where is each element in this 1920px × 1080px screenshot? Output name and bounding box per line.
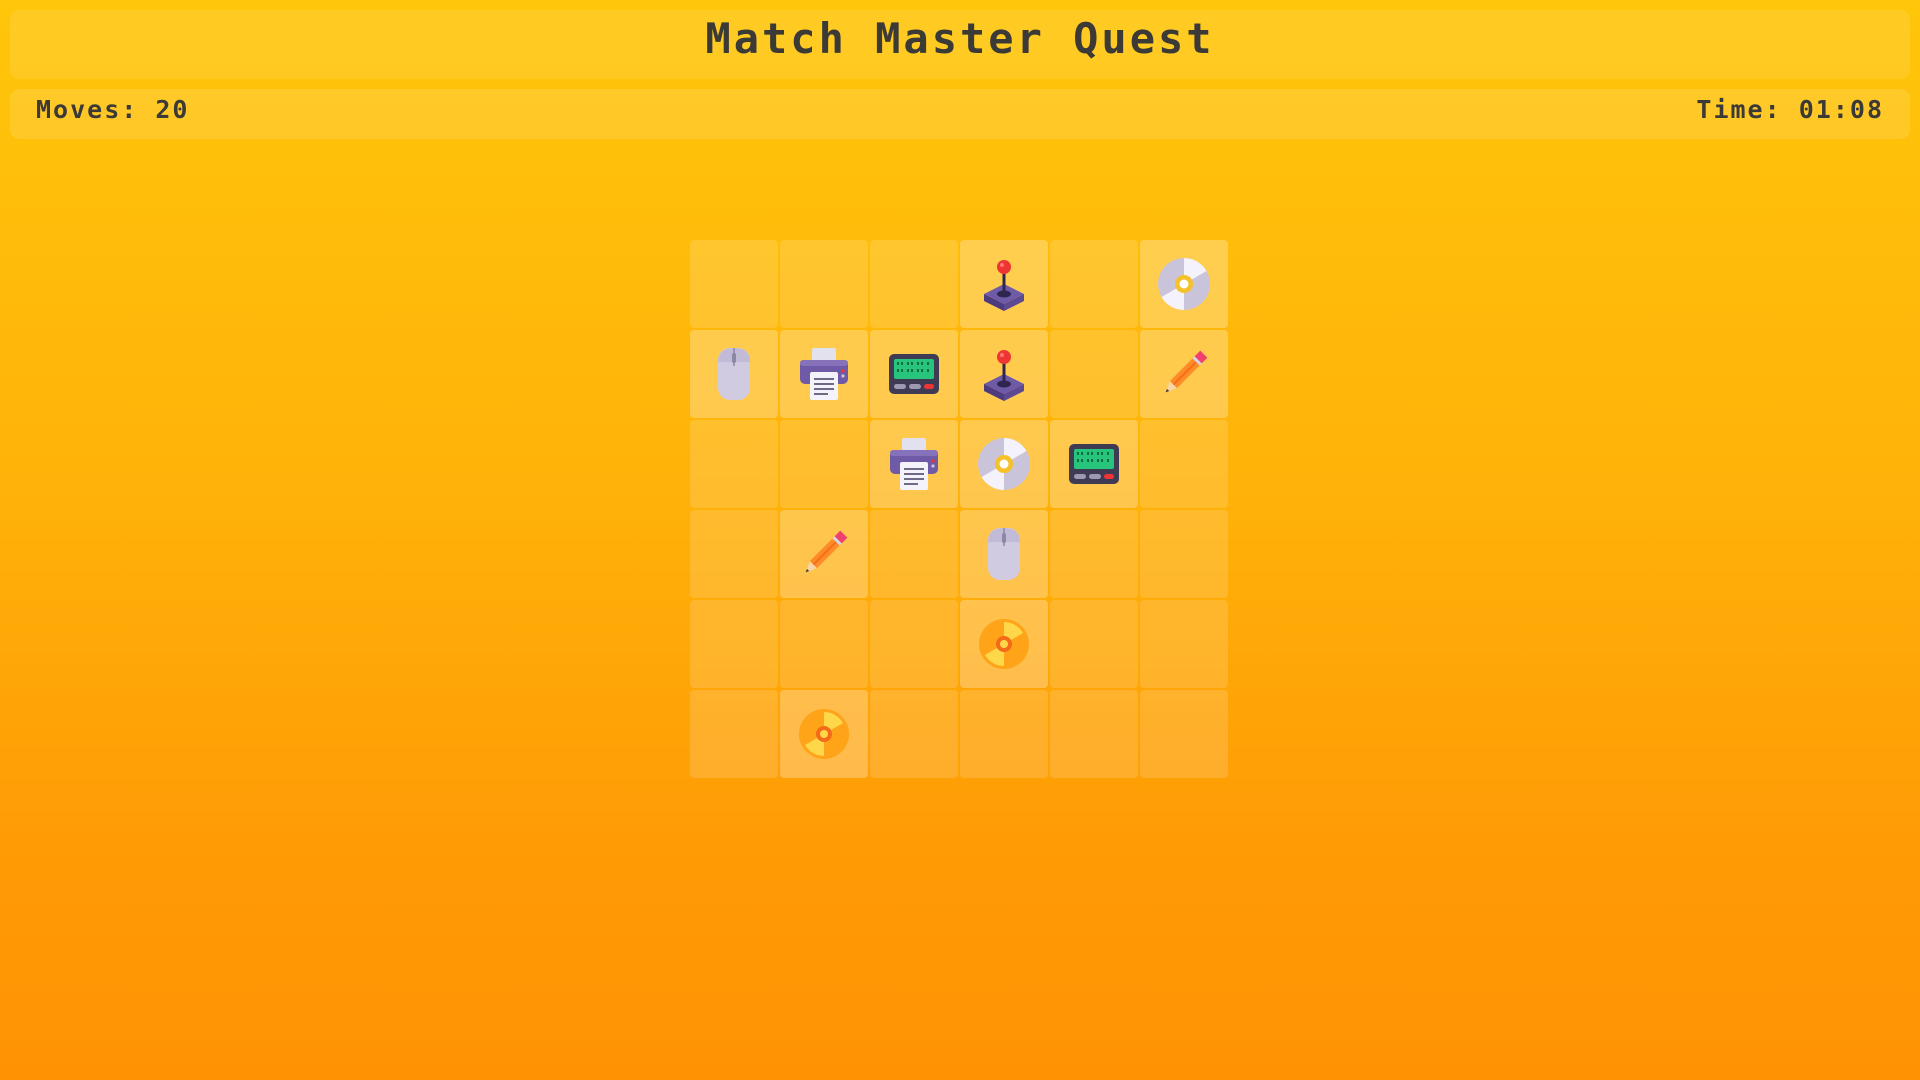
memory-card-hidden-r5c5[interactable]	[1050, 600, 1138, 688]
memory-card-hidden-r3c2[interactable]	[780, 420, 868, 508]
moves-counter: Moves: 20	[36, 95, 189, 124]
time-value: 01:08	[1798, 94, 1884, 124]
memory-card-revealed-r2c6[interactable]	[1140, 330, 1228, 418]
memory-card-revealed-r2c3[interactable]	[870, 330, 958, 418]
memory-card-hidden-r2c5[interactable]	[1050, 330, 1138, 418]
cd-icon	[1158, 258, 1210, 310]
moves-value: 20	[155, 94, 190, 124]
memory-card-hidden-r6c6[interactable]	[1140, 690, 1228, 778]
moves-label: Moves:	[36, 94, 139, 124]
memory-card-hidden-r4c3[interactable]	[870, 510, 958, 598]
radiation-icon	[799, 709, 849, 759]
memory-card-hidden-r5c6[interactable]	[1140, 600, 1228, 688]
radiation-icon	[979, 619, 1029, 669]
memory-card-hidden-r5c2[interactable]	[780, 600, 868, 688]
memory-card-revealed-r1c6[interactable]	[1140, 240, 1228, 328]
mouse-icon	[718, 348, 750, 400]
memory-card-hidden-r5c3[interactable]	[870, 600, 958, 688]
stats-bar: Moves: 20 Time: 01:08	[10, 89, 1910, 139]
memory-card-revealed-r3c5[interactable]	[1050, 420, 1138, 508]
game-title: Match Master Quest	[705, 14, 1215, 63]
memory-card-hidden-r3c6[interactable]	[1140, 420, 1228, 508]
memory-card-hidden-r5c1[interactable]	[690, 600, 778, 688]
title-bar: Match Master Quest	[10, 10, 1910, 79]
game-board	[690, 240, 1230, 780]
memory-card-hidden-r4c5[interactable]	[1050, 510, 1138, 598]
pager-icon	[889, 354, 939, 394]
joystick-icon	[984, 350, 1024, 401]
memory-card-hidden-r6c5[interactable]	[1050, 690, 1138, 778]
memory-card-revealed-r4c4[interactable]	[960, 510, 1048, 598]
memory-card-hidden-r6c4[interactable]	[960, 690, 1048, 778]
memory-card-hidden-r3c1[interactable]	[690, 420, 778, 508]
memory-card-revealed-r3c4[interactable]	[960, 420, 1048, 508]
mouse-icon	[988, 528, 1020, 580]
memory-card-hidden-r1c2[interactable]	[780, 240, 868, 328]
pencil-icon	[1165, 350, 1208, 393]
memory-card-hidden-r4c6[interactable]	[1140, 510, 1228, 598]
memory-card-revealed-r5c4[interactable]	[960, 600, 1048, 688]
memory-card-hidden-r6c1[interactable]	[690, 690, 778, 778]
printer-icon	[800, 348, 848, 400]
memory-card-revealed-r2c1[interactable]	[690, 330, 778, 418]
pager-icon	[1069, 444, 1119, 484]
memory-card-revealed-r6c2[interactable]	[780, 690, 868, 778]
pencil-icon	[805, 530, 848, 573]
joystick-icon	[984, 260, 1024, 311]
memory-card-revealed-r3c3[interactable]	[870, 420, 958, 508]
memory-card-revealed-r1c4[interactable]	[960, 240, 1048, 328]
memory-card-revealed-r4c2[interactable]	[780, 510, 868, 598]
time-label: Time:	[1696, 94, 1782, 124]
cd-icon	[978, 438, 1030, 490]
memory-card-hidden-r4c1[interactable]	[690, 510, 778, 598]
memory-card-hidden-r1c1[interactable]	[690, 240, 778, 328]
printer-icon	[890, 438, 938, 490]
memory-card-hidden-r1c5[interactable]	[1050, 240, 1138, 328]
memory-card-hidden-r6c3[interactable]	[870, 690, 958, 778]
timer: Time: 01:08	[1696, 95, 1884, 124]
memory-card-revealed-r2c4[interactable]	[960, 330, 1048, 418]
memory-card-hidden-r1c3[interactable]	[870, 240, 958, 328]
memory-card-revealed-r2c2[interactable]	[780, 330, 868, 418]
